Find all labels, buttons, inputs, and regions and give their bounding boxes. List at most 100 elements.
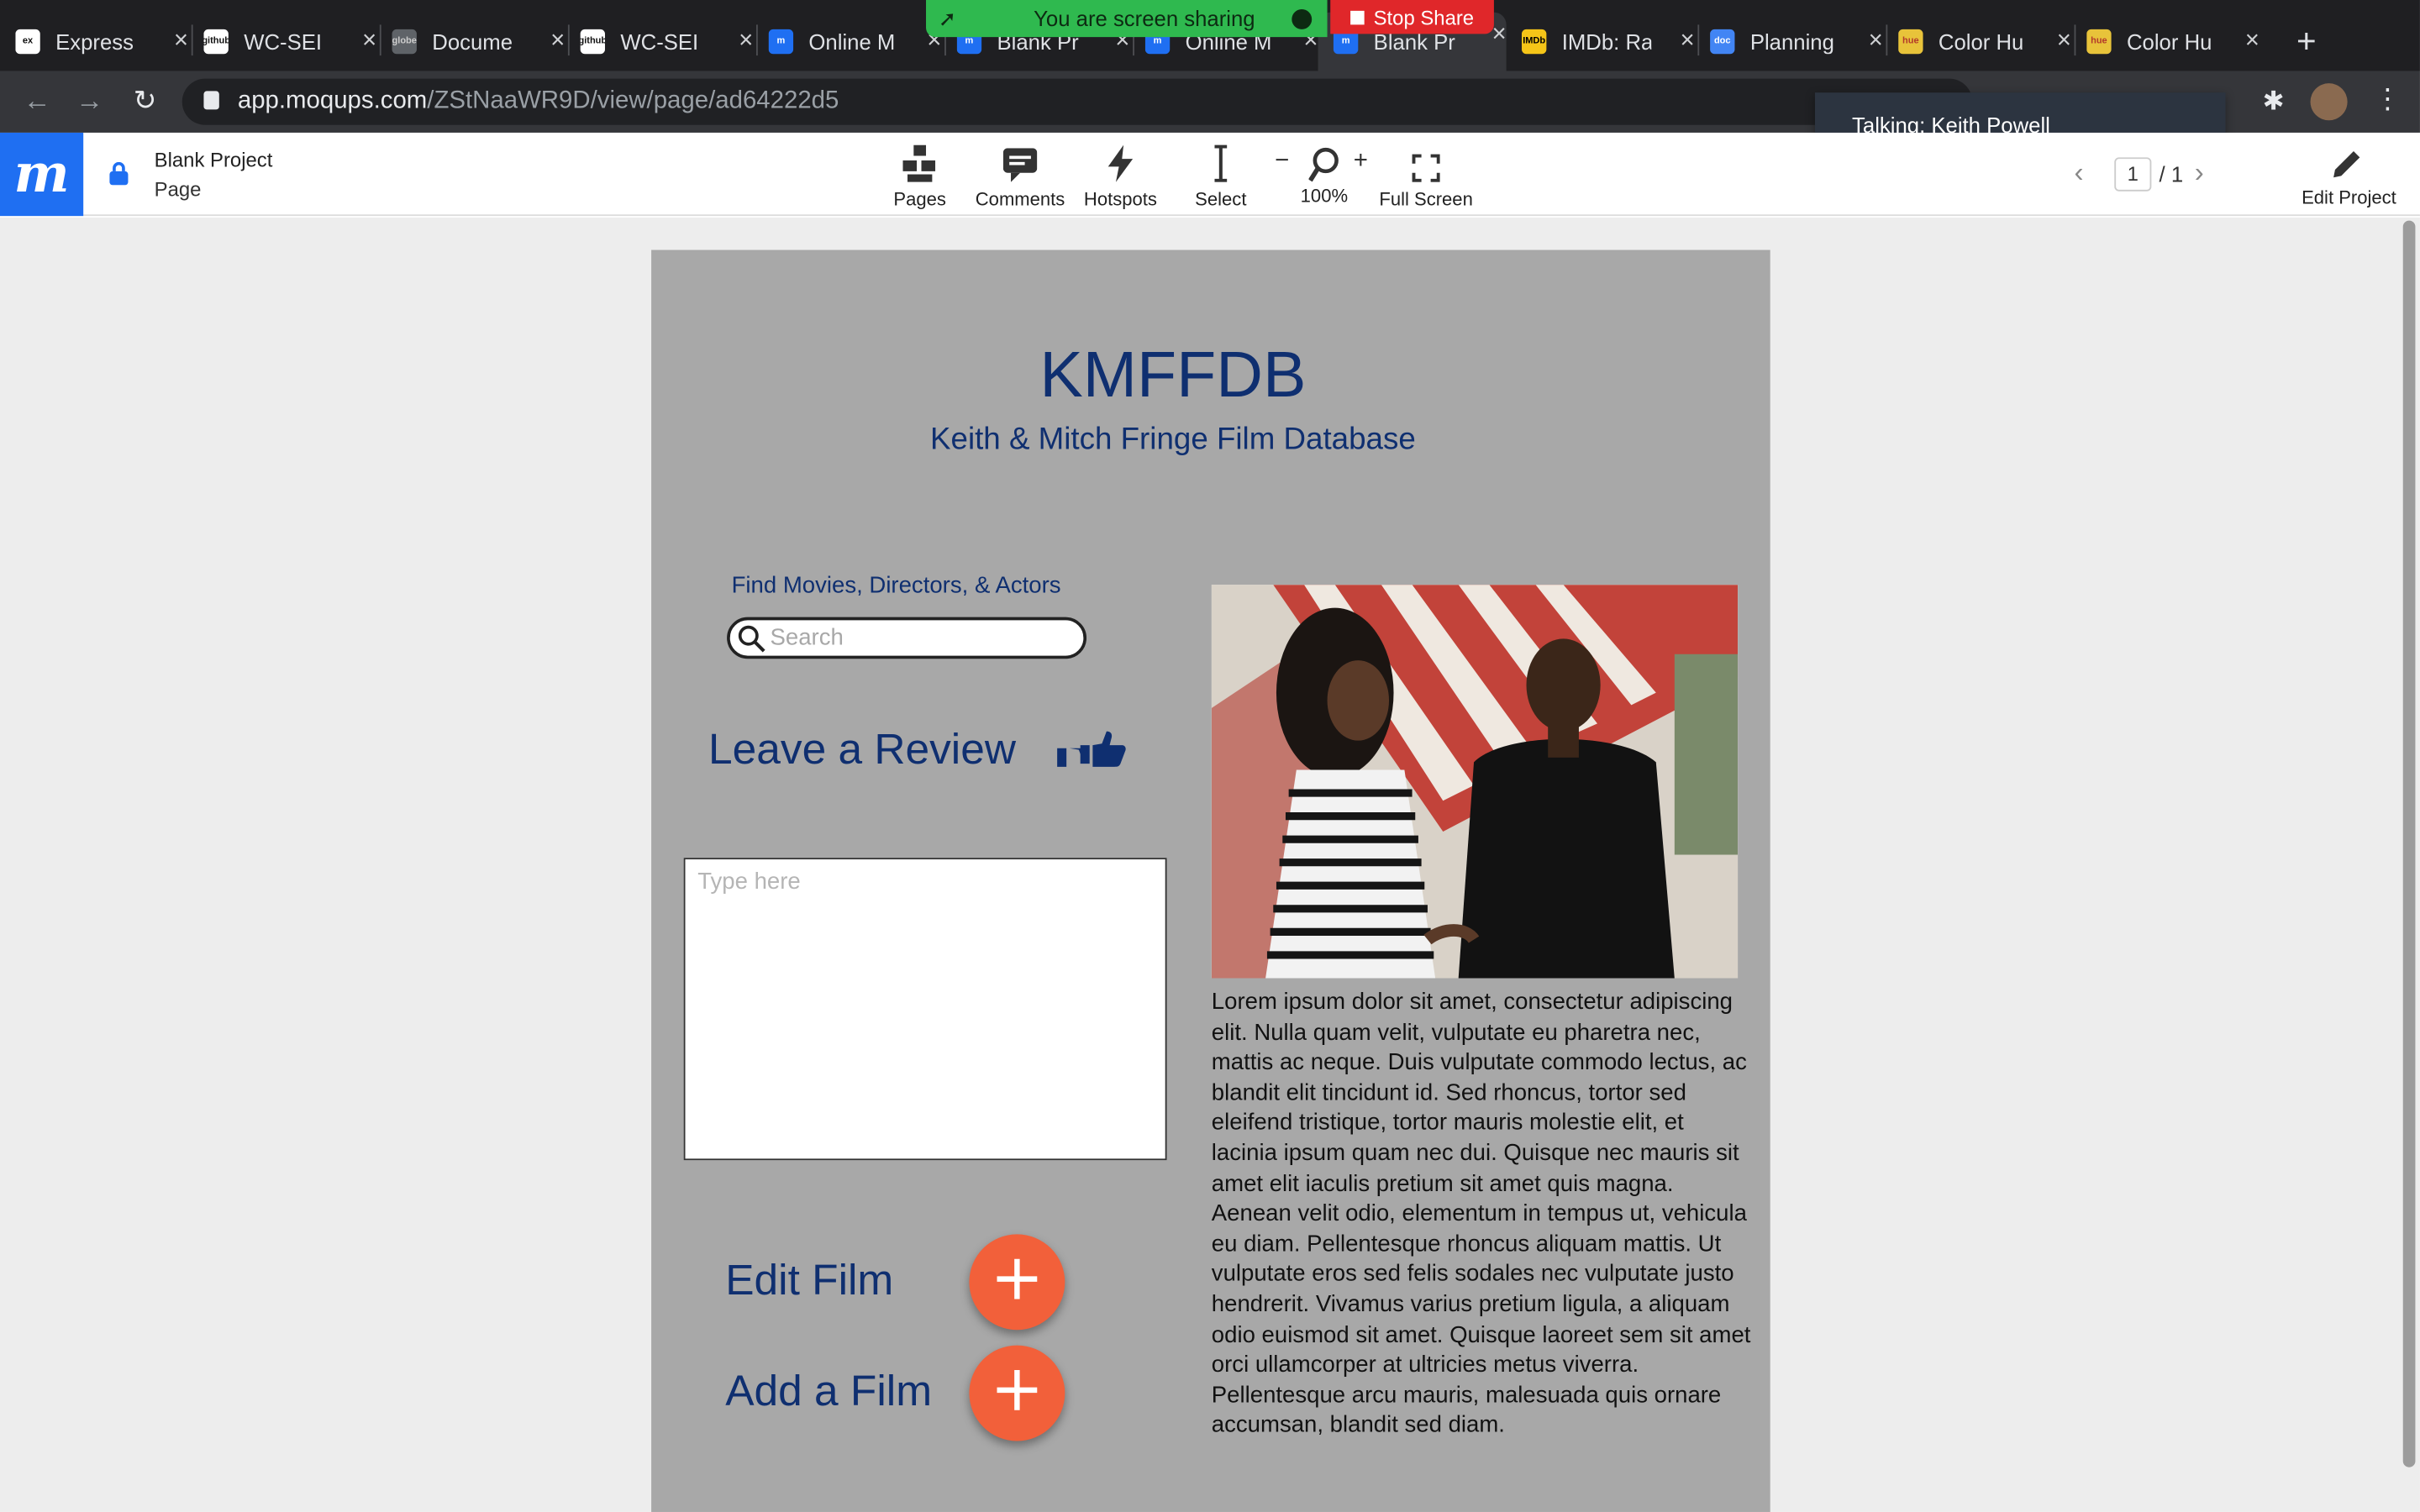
url-host: app.moqups.com [237,87,428,114]
edit-project-button[interactable]: Edit Project [2291,186,2408,208]
site-title: KMFFDB [1039,338,1307,411]
stop-share-label: Stop Share [1373,5,1475,29]
extensions-puzzle-icon[interactable]: ✱ [2263,87,2285,118]
pages-icon [871,142,970,182]
browser-tab[interactable]: IMDb IMDb: Ra × [1521,18,1695,65]
tab-title: WC-SEI [620,29,699,55]
github-favicon-icon: github [203,29,229,55]
add-film-button[interactable] [969,1345,1065,1441]
search-icon [738,625,765,659]
tab-separator [2074,24,2076,56]
sharing-arrow-icon: ➚ [938,5,957,30]
site-subtitle: Keith & Mitch Fringe Film Database [930,423,1416,457]
lock-icon [203,91,219,110]
new-tab-button[interactable]: + [2296,22,2317,62]
edit-film-button[interactable] [969,1234,1065,1331]
fullscreen-label: Full Screen [1379,188,1473,210]
moqups-logo[interactable]: m [0,132,84,217]
close-tab-icon[interactable]: × [739,28,753,55]
page-number-input[interactable]: 1 [2114,157,2152,192]
forward-arrow-icon[interactable]: → [71,85,108,118]
comments-label: Comments [975,188,1065,210]
comments-tool[interactable]: Comments [971,142,1070,210]
tab-separator [191,24,193,56]
pages-label: Pages [893,188,946,210]
thumbs-icon[interactable] [1055,730,1126,787]
pencil-icon [2330,146,2364,188]
tab-separator [1886,24,1888,56]
search-input[interactable]: Search [727,617,1087,659]
zoom-out-button[interactable]: − [1275,148,1289,176]
film-description: Lorem ipsum dolor sit amet, consectetur … [1211,989,1751,1439]
browser-tab[interactable]: globe Docume × [392,18,565,65]
prev-page-icon[interactable]: ‹ [2075,157,2084,190]
fullscreen-icon [1376,142,1476,182]
browser-tab[interactable]: doc Planning × [1710,18,1883,65]
hotspots-tool[interactable]: Hotspots [1071,142,1171,210]
tab-separator [1697,24,1700,56]
screen-sharing-banner: ➚ You are screen sharing [926,0,1328,38]
tab-title: Express [55,29,134,55]
tab-title: Color Hu [1938,29,2024,55]
ex-favicon-icon: ex [15,29,40,55]
tab-title: Color Hu [2126,29,2212,55]
zoom-in-button[interactable]: + [1354,148,1368,176]
browser-menu-icon[interactable]: ⋮ [2374,83,2402,116]
profile-avatar[interactable] [2310,83,2348,121]
review-heading: Leave a Review [708,725,1016,774]
globe-favicon-icon: globe [392,29,417,55]
close-tab-icon[interactable]: × [174,28,188,55]
search-placeholder: Search [770,624,844,652]
project-title[interactable]: Blank Project [155,148,273,171]
m-favicon-icon: m [768,29,794,55]
browser-tab[interactable]: github WC-SEI × [580,18,753,65]
tab-separator [379,24,381,56]
tab-separator [567,24,570,56]
next-page-icon[interactable]: › [2195,157,2204,190]
close-tab-icon[interactable]: × [2245,28,2260,55]
reload-icon[interactable]: ↻ [127,85,164,118]
tab-title: Docume [432,29,513,55]
zoom-level: 100% [1300,185,1349,207]
browser-tab[interactable]: ex Express × [15,18,188,65]
tab-separator [755,24,758,56]
close-tab-icon[interactable]: × [1869,28,1883,55]
select-tool[interactable]: Select [1171,142,1270,210]
close-tab-icon[interactable]: × [1681,28,1695,55]
tab-title: IMDb: Ra [1561,29,1652,55]
browser-tab[interactable]: github WC-SEI × [203,18,376,65]
page-label: Page [154,177,202,201]
pages-tool[interactable]: Pages [871,142,970,210]
back-arrow-icon[interactable]: ← [18,85,55,118]
imdb-favicon-icon: IMDb [1521,29,1547,55]
hotspots-icon [1071,142,1171,182]
stop-square-icon [1350,9,1365,24]
hue-favicon-icon: hue [1898,29,1923,55]
shield-check-icon [1292,8,1313,29]
film-photo [1211,585,1739,979]
address-bar[interactable]: app.moqups.com/ZStNaaWR9D/view/page/ad64… [182,78,1973,125]
close-tab-icon[interactable]: × [1491,22,1506,50]
page-total: / 1 [2159,161,2184,187]
browser-tab[interactable]: hue Color Hu × [1898,18,2071,65]
tab-title: Planning [1749,29,1834,55]
tab-title: Online M [808,29,896,55]
close-tab-icon[interactable]: × [2057,28,2071,55]
close-tab-icon[interactable]: × [550,28,565,55]
browser-tab[interactable]: hue Color Hu × [2086,18,2260,65]
plus-icon [994,1366,1040,1420]
review-textarea[interactable]: Type here [683,858,1167,1161]
lock-icon [108,161,130,186]
stop-share-button[interactable]: Stop Share [1330,0,1494,34]
doc-favicon-icon: doc [1710,29,1735,55]
hue-favicon-icon: hue [2086,29,2112,55]
edit-film-label: Edit Film [725,1256,894,1305]
fullscreen-tool[interactable]: Full Screen [1376,142,1476,210]
github-favicon-icon: github [580,29,605,55]
vertical-scrollbar[interactable] [2402,220,2416,1467]
browser-tab[interactable]: m Online M × [768,18,941,65]
url-path: /ZStNaaWR9D/view/page/ad64222d5 [427,87,839,114]
add-film-label: Add a Film [725,1367,933,1415]
close-tab-icon[interactable]: × [362,28,376,55]
hotspots-label: Hotspots [1083,188,1157,210]
